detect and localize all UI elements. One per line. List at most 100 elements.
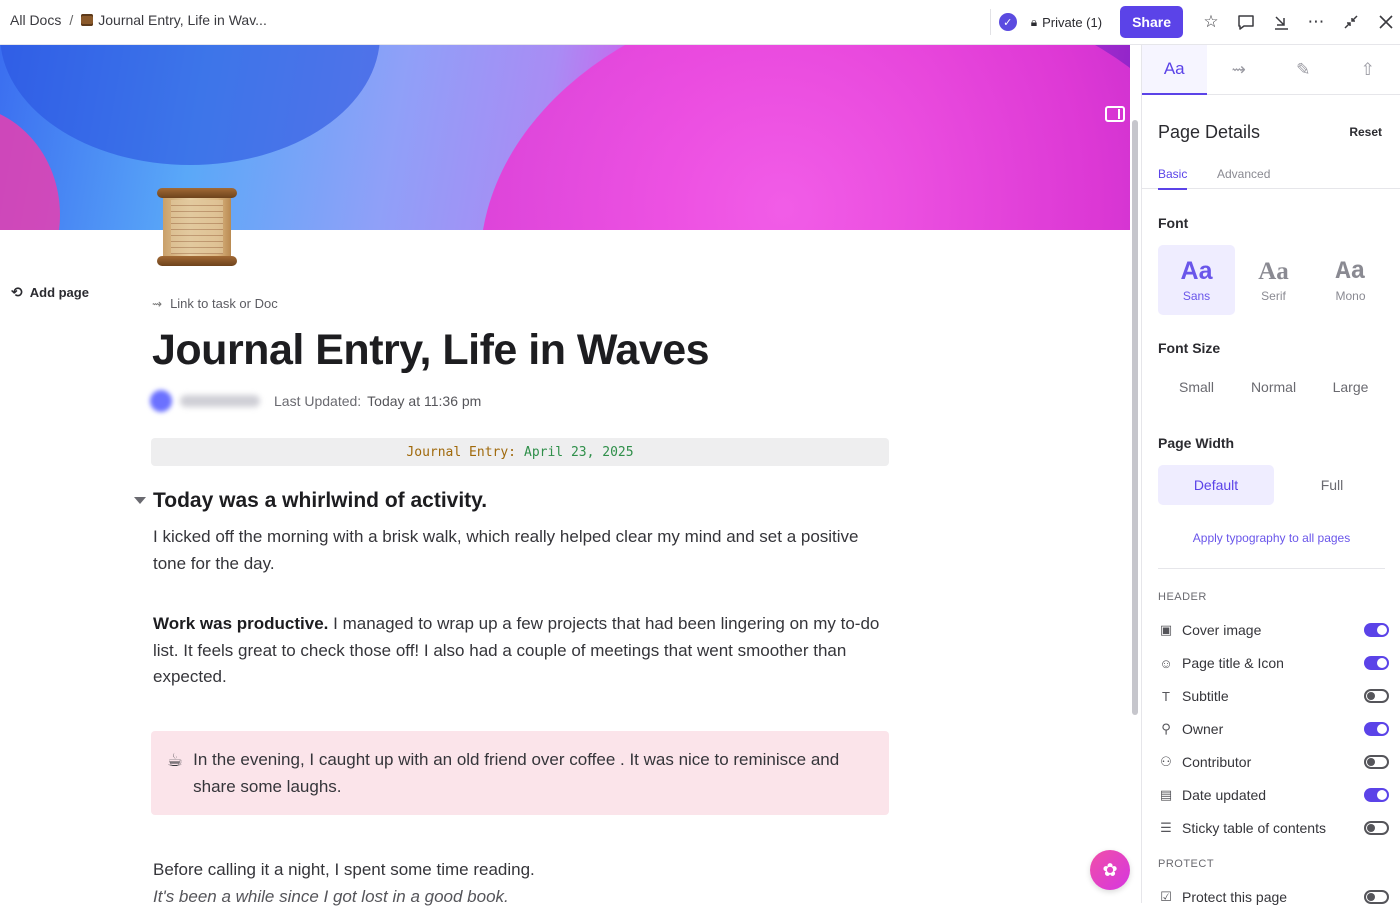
toggle-label: Contributor [1182, 754, 1364, 770]
add-page-icon: ⟲ [11, 284, 23, 301]
page-details-panel: Aa ⇝ ✎ ⇧ Page Details Reset Basic Advanc… [1141, 45, 1400, 903]
toggle-switch[interactable] [1364, 623, 1389, 637]
page-meta: Last Updated: Today at 11:36 pm [150, 390, 481, 412]
panel-subtabs: Basic Advanced [1142, 161, 1400, 189]
apply-typography-link[interactable]: Apply typography to all pages [1142, 531, 1400, 545]
font-option-sans[interactable]: Aa Sans [1158, 245, 1235, 315]
subtab-basic[interactable]: Basic [1158, 167, 1187, 181]
tab-export[interactable]: ⇧ [1336, 45, 1400, 95]
toggle-row-cover-image[interactable]: ▣ Cover image [1158, 620, 1389, 640]
toggle-label: Cover image [1182, 622, 1364, 638]
toggle-row-protect-page[interactable]: ☑ Protect this page [1158, 887, 1389, 907]
paragraph[interactable]: I kicked off the morning with a brisk wa… [153, 524, 893, 577]
subtab-advanced[interactable]: Advanced [1217, 167, 1270, 181]
toggle-label: Date updated [1182, 787, 1364, 803]
ai-assistant-button[interactable]: ✿ [1090, 850, 1130, 890]
breadcrumb-separator: / [69, 12, 73, 28]
owner-name-blurred [180, 395, 260, 407]
private-button[interactable]: 🔒︎ Private (1) [1031, 15, 1102, 30]
callout-block[interactable]: ☕ In the evening, I caught up with an ol… [151, 731, 889, 815]
users-icon: ⚇ [1158, 754, 1174, 770]
add-page-button[interactable]: ⟲ Add page [11, 284, 89, 301]
toggle-row-owner[interactable]: ⚲ Owner [1158, 719, 1389, 739]
scrollbar[interactable] [1132, 120, 1138, 715]
close-icon[interactable] [1374, 10, 1398, 34]
paragraph[interactable]: Before calling it a night, I spent some … [153, 857, 893, 884]
check-badge-icon[interactable]: ✓ [999, 13, 1017, 31]
font-size-large[interactable]: Large [1312, 379, 1389, 395]
last-updated-label: Last Updated: [274, 393, 361, 409]
breadcrumb-all-docs[interactable]: All Docs [10, 12, 61, 28]
scroll-lines [171, 200, 223, 254]
toggle-switch[interactable] [1364, 788, 1389, 802]
comment-icon[interactable] [1234, 10, 1258, 34]
toggle-label: Page title & Icon [1182, 655, 1364, 671]
scroll-roll-bottom [157, 256, 237, 266]
font-name: Serif [1261, 289, 1286, 303]
toggle-label: Owner [1182, 721, 1364, 737]
callout-text: In the evening, I caught up with an old … [193, 747, 871, 815]
width-full[interactable]: Full [1274, 465, 1390, 505]
tab-relations[interactable]: ⇝ [1207, 45, 1272, 95]
text-icon: T [1158, 689, 1174, 704]
code-block[interactable]: Journal Entry: April 23, 2025 [151, 438, 889, 466]
toggle-switch[interactable] [1364, 689, 1389, 703]
breadcrumb: All Docs / Journal Entry, Life in Wav... [10, 12, 267, 28]
page-width-label: Page Width [1158, 435, 1234, 451]
reset-button[interactable]: Reset [1349, 125, 1382, 139]
user-icon: ⚲ [1158, 721, 1174, 737]
font-name: Mono [1335, 289, 1365, 303]
tab-typography[interactable]: Aa [1142, 45, 1207, 95]
link-task-label: Link to task or Doc [170, 296, 278, 311]
link-icon: ⇝ [152, 297, 162, 311]
font-section-label: Font [1158, 215, 1188, 231]
scroll-icon [81, 14, 93, 26]
font-name: Sans [1183, 289, 1210, 303]
top-bar: All Docs / Journal Entry, Life in Wav...… [0, 0, 1400, 45]
font-glyph: Aa [1258, 258, 1289, 286]
share-button[interactable]: Share [1120, 6, 1183, 38]
font-option-mono[interactable]: Aa Mono [1312, 245, 1389, 315]
toggle-switch[interactable] [1364, 656, 1389, 670]
width-default[interactable]: Default [1158, 465, 1274, 505]
font-size-normal[interactable]: Normal [1235, 379, 1312, 395]
link-task-button[interactable]: ⇝ Link to task or Doc [152, 296, 278, 311]
collapse-icon[interactable] [1339, 10, 1363, 34]
section-heading[interactable]: Today was a whirlwind of activity. [153, 489, 487, 513]
star-icon[interactable]: ☆ [1199, 10, 1223, 34]
font-size-label: Font Size [1158, 340, 1220, 356]
panel-title: Page Details [1158, 122, 1260, 143]
toggle-row-sticky-toc[interactable]: ☰ Sticky table of contents [1158, 818, 1389, 838]
toggle-label: Subtitle [1182, 688, 1364, 704]
font-glyph: Aa [1181, 257, 1213, 286]
breadcrumb-doc[interactable]: Journal Entry, Life in Wav... [98, 12, 267, 28]
paragraph-italic[interactable]: It's been a while since I got lost in a … [153, 884, 893, 911]
toggle-switch[interactable] [1364, 755, 1389, 769]
toggle-row-page-title[interactable]: ☺ Page title & Icon [1158, 653, 1389, 673]
toggle-row-contributor[interactable]: ⚇ Contributor [1158, 752, 1389, 772]
collapse-caret-icon[interactable] [134, 497, 146, 504]
toggle-switch[interactable] [1364, 890, 1389, 904]
panel-toggle-icon[interactable] [1105, 106, 1125, 122]
toggle-row-date-updated[interactable]: ▤ Date updated [1158, 785, 1389, 805]
private-label: Private (1) [1042, 15, 1102, 30]
calendar-icon: ▤ [1158, 787, 1174, 803]
toggle-row-subtitle[interactable]: T Subtitle [1158, 686, 1389, 706]
list-icon: ☰ [1158, 820, 1174, 836]
more-icon[interactable]: ⋯ [1304, 10, 1328, 34]
font-size-small[interactable]: Small [1158, 379, 1235, 395]
download-icon[interactable] [1269, 10, 1293, 34]
header-group-label: HEADER [1158, 591, 1207, 603]
font-option-serif[interactable]: Aa Serif [1235, 245, 1312, 315]
divider [1158, 568, 1385, 569]
toggle-switch[interactable] [1364, 722, 1389, 736]
protect-group-label: PROTECT [1158, 858, 1214, 870]
page-scroll-icon[interactable] [157, 186, 237, 268]
page-title[interactable]: Journal Entry, Life in Waves [152, 326, 709, 375]
avatar[interactable] [150, 390, 172, 412]
toggle-switch[interactable] [1364, 821, 1389, 835]
divider [990, 9, 991, 35]
paragraph[interactable]: Work was productive. I managed to wrap u… [153, 611, 893, 691]
tab-ai-edit[interactable]: ✎ [1271, 45, 1336, 95]
cover-shape [480, 45, 1130, 230]
